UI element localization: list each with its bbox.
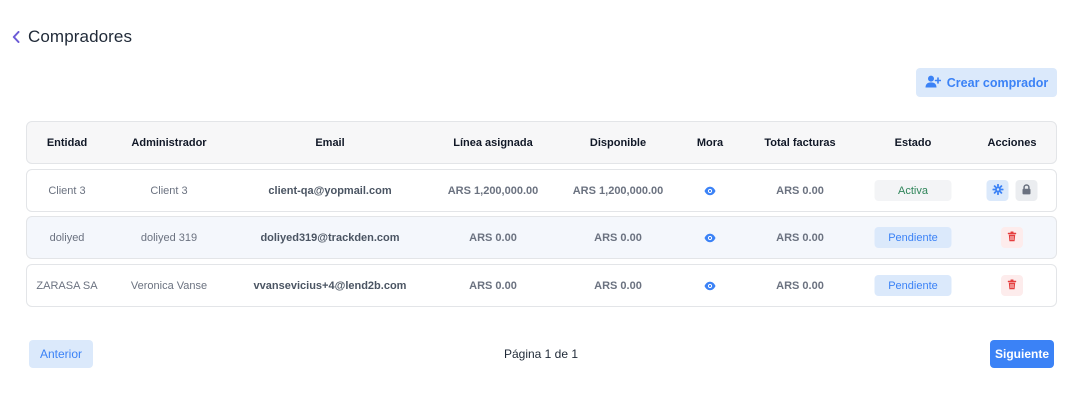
table-row: ZARASA SA Veronica Vanse vvansevicius+4@… (26, 264, 1057, 307)
cell-acciones (1001, 217, 1023, 258)
cell-administrador: Veronica Vanse (130, 279, 208, 292)
trash-icon (1007, 231, 1017, 245)
eye-icon[interactable] (704, 186, 716, 196)
cell-linea-asignada: ARS 0.00 (469, 279, 517, 292)
cell-linea-asignada: ARS 1,200,000.00 (447, 184, 539, 197)
cell-disponible: ARS 0.00 (594, 231, 642, 244)
column-header-estado: Estado (894, 136, 932, 149)
cell-administrador: doliyed 319 (140, 231, 198, 244)
page-indicator: Página 1 de 1 (503, 347, 579, 361)
cell-email: vvansevicius+4@lend2b.com (253, 279, 407, 292)
lock-button[interactable] (1015, 180, 1038, 201)
cell-total-facturas: ARS 0.00 (776, 231, 824, 244)
table-row: doliyed doliyed 319 doliyed319@trackden.… (26, 216, 1057, 259)
cell-total-facturas: ARS 0.00 (776, 279, 824, 292)
delete-button[interactable] (1001, 227, 1023, 248)
cell-administrador: Client 3 (150, 184, 188, 197)
cell-entidad: doliyed (49, 231, 85, 244)
cell-entidad: Client 3 (48, 184, 86, 197)
chevron-left-icon[interactable] (12, 26, 22, 48)
column-header-linea-asignada: Línea asignada (453, 136, 533, 149)
column-header-administrador: Administrador (131, 136, 207, 149)
create-buyer-label: Crear comprador (946, 75, 1049, 90)
settings-button[interactable] (986, 180, 1009, 201)
cell-mora (704, 217, 716, 258)
column-header-disponible: Disponible (589, 136, 647, 149)
cell-linea-asignada: ARS 0.00 (469, 231, 517, 244)
delete-button[interactable] (1001, 275, 1023, 296)
cell-entidad: ZARASA SA (36, 279, 98, 292)
trash-icon (1007, 279, 1017, 293)
gear-icon (991, 183, 1004, 198)
lock-icon (1022, 183, 1032, 198)
column-header-acciones: Acciones (987, 136, 1037, 149)
cell-estado: Pendiente (874, 265, 952, 306)
column-header-total-facturas: Total facturas (764, 136, 836, 149)
previous-page-button[interactable]: Anterior (29, 340, 93, 368)
cell-estado: Pendiente (874, 217, 952, 258)
status-badge: Pendiente (874, 227, 952, 248)
cell-mora (704, 170, 716, 211)
user-plus-icon (925, 75, 942, 91)
status-badge: Pendiente (874, 275, 952, 296)
cell-estado: Activa (874, 170, 952, 211)
table-row: Client 3 Client 3 client-qa@yopmail.com … (26, 169, 1057, 212)
cell-acciones (986, 170, 1038, 211)
column-header-email: Email (315, 136, 345, 149)
column-header-entidad: Entidad (46, 136, 88, 149)
page-title: Compradores (28, 27, 133, 46)
cell-disponible: ARS 0.00 (594, 279, 642, 292)
status-badge: Activa (874, 180, 952, 201)
create-buyer-button[interactable]: Crear comprador (916, 68, 1057, 97)
cell-disponible: ARS 1,200,000.00 (572, 184, 664, 197)
next-page-button[interactable]: Siguiente (990, 340, 1054, 368)
cell-acciones (1001, 265, 1023, 306)
column-header-mora: Mora (696, 136, 724, 149)
eye-icon[interactable] (704, 233, 716, 243)
cell-total-facturas: ARS 0.00 (776, 184, 824, 197)
eye-icon[interactable] (704, 281, 716, 291)
cell-email: doliyed319@trackden.com (260, 231, 400, 244)
cell-email: client-qa@yopmail.com (268, 184, 392, 197)
page-header: Compradores (12, 26, 132, 48)
table-header: Entidad Administrador Email Línea asigna… (26, 121, 1057, 164)
cell-mora (704, 265, 716, 306)
